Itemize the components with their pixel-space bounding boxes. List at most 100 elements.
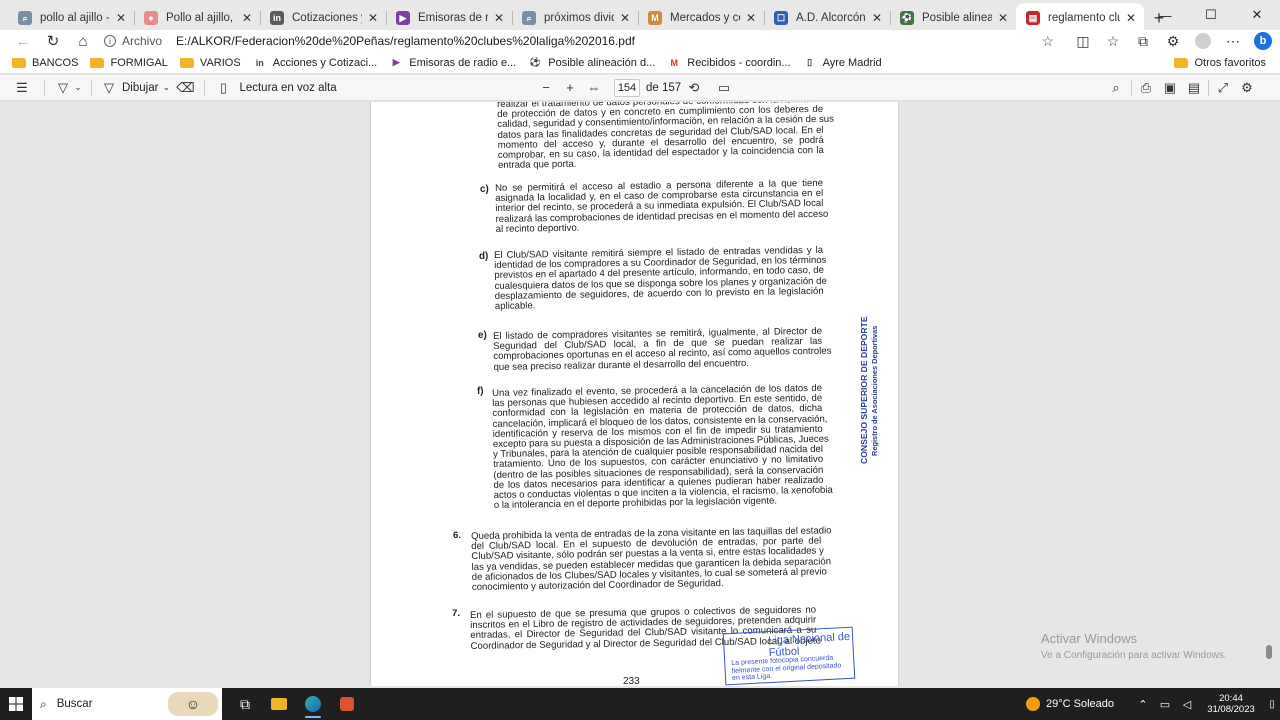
tab-label: Emisoras de radio	[418, 12, 488, 24]
favorite-star-icon[interactable]: ☆	[1041, 33, 1054, 50]
read-aloud-button[interactable]: Lectura en voz alta	[239, 82, 336, 94]
app-icon[interactable]	[330, 688, 364, 720]
close-tab-icon[interactable]: ✕	[870, 11, 884, 25]
bookmark-item[interactable]: FORMIGAL	[90, 56, 168, 69]
browser-tab[interactable]: ▶ Emisoras de radio ✕	[386, 3, 512, 33]
sun-icon	[1025, 697, 1040, 711]
edge-browser-icon[interactable]	[296, 688, 330, 720]
folder-icon	[1174, 57, 1189, 68]
investing-icon: in	[270, 11, 284, 25]
split-screen-icon[interactable]: ◫	[1068, 30, 1098, 52]
draw-button[interactable]: Dibujar	[122, 82, 158, 94]
close-tab-icon[interactable]: ✕	[1124, 11, 1138, 25]
browser-tab[interactable]: ▤ reglamento clubes laliga ✕	[1016, 3, 1144, 33]
browser-tab[interactable]: ⌕ pollo al ajillo - Búsqueda ✕	[8, 3, 134, 33]
read-aloud-icon[interactable]: ▯	[213, 75, 233, 101]
address-bar[interactable]: i Archivo E:/ALKOR/Federacion%20de%20Peñ…	[104, 31, 1062, 51]
close-tab-icon[interactable]: ✕	[744, 11, 758, 25]
draw-dropdown-icon[interactable]: ⌄	[158, 75, 174, 101]
item-f-label: f)	[477, 386, 484, 397]
browser-tab[interactable]: in Cotizaciones y Precios ✕	[260, 3, 386, 33]
weather-text: 29°C Soleado	[1045, 698, 1114, 710]
bookmark-label: FORMIGAL	[110, 56, 168, 69]
volume-icon[interactable]: ◁	[1176, 698, 1198, 711]
divider	[91, 79, 92, 96]
rotate-icon[interactable]: ⟲	[684, 75, 704, 101]
notifications-icon[interactable]: ▯	[1264, 699, 1280, 710]
profile-avatar[interactable]	[1188, 30, 1218, 52]
start-button[interactable]	[0, 688, 32, 720]
search-icon[interactable]: ⌕	[1106, 75, 1126, 101]
network-icon[interactable]: ▭	[1154, 698, 1176, 711]
task-view-icon[interactable]: ⧉	[228, 688, 262, 720]
close-tab-icon[interactable]: ✕	[996, 11, 1010, 25]
highlight-dropdown-icon[interactable]: ⌄	[73, 75, 83, 101]
browser-tab[interactable]: ⌕ próximos dividendos ✕	[512, 3, 638, 33]
fit-page-icon[interactable]: ⇔	[584, 75, 604, 101]
favorites-icon[interactable]: ☆	[1098, 30, 1128, 52]
print-icon[interactable]: ⎙	[1136, 75, 1156, 101]
collections-icon[interactable]: ⧉	[1128, 30, 1158, 52]
tab-label: Mercados y cotizaciones	[670, 12, 740, 24]
close-tab-icon[interactable]: ✕	[114, 11, 128, 25]
divider	[204, 79, 206, 96]
close-tab-icon[interactable]: ✕	[618, 11, 632, 25]
highlight-icon[interactable]: ▽	[53, 75, 73, 101]
settings-icon[interactable]: ⚙	[1237, 75, 1257, 101]
side-stamp-line1: CONSEJO SUPERIOR DE DEPORTES	[859, 316, 869, 464]
bookmark-item[interactable]: in Acciones y Cotizaci...	[253, 57, 378, 69]
pdf-toolbar: ☰ ▽ ⌄ ▽ Dibujar ⌄ ⌫ ▯ Lectura en voz alt…	[0, 75, 1280, 101]
more-options-icon[interactable]: ⋯	[1218, 30, 1248, 52]
bookmark-item[interactable]: VARIOS	[179, 57, 241, 69]
home-button[interactable]: ⌂	[68, 30, 98, 52]
reload-button[interactable]: ↻	[38, 30, 68, 52]
zoom-out-icon[interactable]: −	[536, 75, 556, 101]
extensions-icon[interactable]: ⚙	[1158, 30, 1188, 52]
fullscreen-icon[interactable]: ⤢	[1213, 75, 1233, 101]
paragraph-f: Una vez finalizado el evento, se procede…	[492, 383, 833, 512]
bookmark-item[interactable]: BANCOS	[12, 57, 78, 69]
taskbar-search[interactable]: ⌕ Buscar ☺	[32, 688, 222, 720]
browser-tab[interactable]: M Mercados y cotizaciones ✕	[638, 3, 764, 33]
info-icon[interactable]: i	[104, 35, 116, 47]
soccer-ball-icon: ⚽	[900, 11, 914, 25]
radio-icon: ▶	[392, 57, 400, 67]
clock[interactable]: 20:44 31/08/2023	[1198, 693, 1264, 715]
bookmark-item[interactable]: ▯ Ayre Madrid	[803, 57, 882, 69]
browser-tab[interactable]: ⚽ Posible alineación del ✕	[890, 3, 1016, 33]
save-as-icon[interactable]: ▤	[1184, 75, 1204, 101]
close-tab-icon[interactable]: ✕	[366, 11, 380, 25]
show-hidden-icons[interactable]: ⌃	[1132, 698, 1154, 711]
bookmark-item[interactable]: ⚽ Posible alineación d...	[528, 57, 656, 69]
divider	[1208, 80, 1209, 96]
bookmark-label: Recibidos - coordin...	[687, 56, 791, 69]
zoom-in-icon[interactable]: +	[560, 75, 580, 101]
close-tab-icon[interactable]: ✕	[492, 11, 506, 25]
file-explorer-icon[interactable]	[262, 688, 296, 720]
other-bookmarks-label: Otros favoritos	[1194, 56, 1266, 69]
contents-icon[interactable]: ☰	[8, 75, 36, 101]
browser-tab[interactable]: ☐ A.D. Alcorcón (no oficial) ✕	[764, 3, 890, 33]
draw-icon[interactable]: ▽	[100, 75, 118, 101]
close-window-button[interactable]: ✕	[1234, 0, 1280, 30]
vertical-scrollbar[interactable]	[1266, 645, 1272, 659]
browser-tab[interactable]: ● Pollo al ajillo, receta ca ✕	[134, 3, 260, 33]
weather-widget[interactable]: 29°C Soleado	[1025, 697, 1114, 711]
bookmarks-bar: BANCOS FORMIGAL VARIOS in Acciones y Cotizac…	[0, 52, 1280, 74]
address-url[interactable]: E:/ALKOR/Federacion%20de%20Peñas/reglame…	[176, 34, 635, 48]
bing-copilot-icon[interactable]: b	[1248, 30, 1278, 52]
browser-actions: ◫ ☆ ⧉ ⚙ ⋯ b	[1068, 30, 1278, 52]
maximize-button[interactable]: ☐	[1188, 0, 1234, 30]
eraser-icon[interactable]: ⌫	[174, 75, 196, 101]
minimize-button[interactable]: —	[1142, 0, 1188, 30]
bookmark-item[interactable]: M Recibidos - coordin...	[667, 56, 791, 69]
tab-label: Posible alineación del	[922, 12, 992, 24]
page-view-icon[interactable]: ▭	[714, 75, 734, 101]
save-icon[interactable]: ▣	[1160, 75, 1180, 101]
pdf-viewer[interactable]: realizar el tratamiento de datos persona…	[0, 102, 1280, 686]
bookmark-item[interactable]: ▶ Emisoras de radio e...	[389, 57, 516, 69]
back-button[interactable]: ←	[8, 30, 38, 52]
page-number-input[interactable]: 154	[614, 79, 640, 97]
close-tab-icon[interactable]: ✕	[240, 11, 254, 25]
other-bookmarks[interactable]: Otros favoritos	[1174, 57, 1266, 69]
